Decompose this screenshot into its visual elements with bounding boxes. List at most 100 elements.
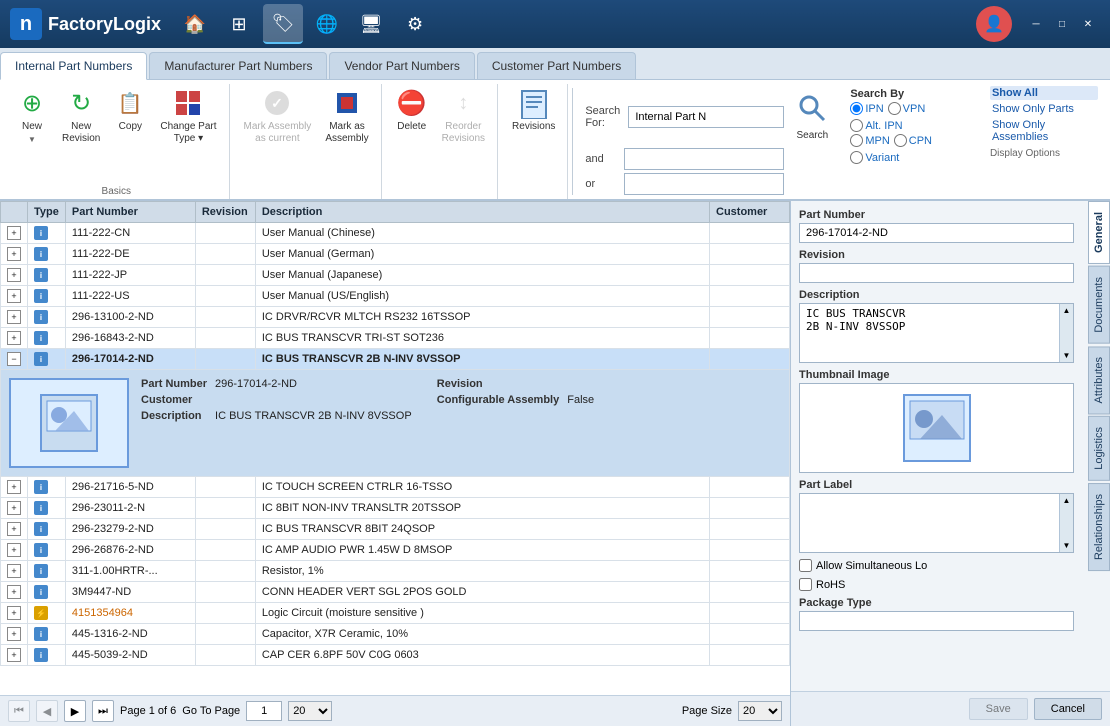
cpn-radio[interactable]: CPN [894, 134, 932, 147]
vpn-radio[interactable]: VPN [888, 102, 926, 115]
table-row[interactable]: + i 111-222-DE User Manual (German) [1, 244, 790, 265]
mark-assembly-current-button[interactable]: ✓ Mark Assemblyas current [238, 84, 318, 148]
show-only-parts-btn[interactable]: Show Only Parts [990, 102, 1098, 116]
expand-btn[interactable]: + [7, 564, 21, 578]
table-row[interactable]: + i 296-23011-2-N IC 8BIT NON-INV TRANSL… [1, 498, 790, 519]
nav-settings-btn[interactable]: ⚙ [395, 4, 435, 44]
page-size-select[interactable]: 20 50 100 [288, 701, 332, 721]
last-page-btn[interactable]: ⏭ [92, 700, 114, 722]
expand-btn[interactable]: + [7, 480, 21, 494]
tab-vendor-part-numbers[interactable]: Vendor Part Numbers [329, 52, 474, 79]
desc-scroll-down[interactable]: ▼ [1063, 351, 1071, 360]
alt-ipn-radio[interactable]: Alt. IPN [850, 119, 902, 132]
table-row[interactable]: + ⚡ 4151354964 Logic Circuit (moisture s… [1, 603, 790, 624]
expand-btn[interactable]: + [7, 627, 21, 641]
type-icon: i [34, 352, 48, 366]
expand-btn[interactable]: + [7, 331, 21, 345]
expand-btn[interactable]: + [7, 289, 21, 303]
nav-monitor-btn[interactable]: 🖥 [351, 4, 391, 44]
right-tab-documents[interactable]: Documents [1088, 266, 1110, 344]
nav-grid-btn[interactable]: ⊞ [219, 4, 259, 44]
table-row[interactable]: + i 296-21716-5-ND IC TOUCH SCREEN CTRLR… [1, 477, 790, 498]
copy-button[interactable]: 📋 Copy [108, 84, 152, 136]
revisions-button[interactable]: Revisions [506, 84, 561, 136]
right-panel-footer: Save Cancel [791, 691, 1110, 726]
nav-parts-btn[interactable]: 🏷 [263, 4, 303, 44]
table-row[interactable]: + i 296-26876-2-ND IC AMP AUDIO PWR 1.45… [1, 540, 790, 561]
expand-btn[interactable]: + [7, 585, 21, 599]
mark-as-assembly-button[interactable]: Mark asAssembly [319, 84, 374, 148]
label-scroll-down[interactable]: ▼ [1063, 541, 1071, 550]
right-tab-relationships[interactable]: Relationships [1088, 483, 1110, 571]
close-btn[interactable]: ✕ [1076, 16, 1100, 32]
search-and-input[interactable] [624, 148, 784, 170]
prev-page-btn[interactable]: ◀ [36, 700, 58, 722]
package-type-input[interactable] [799, 611, 1074, 631]
page-size-select2[interactable]: 20 50 100 [738, 701, 782, 721]
search-button[interactable]: Search [788, 88, 836, 145]
revisions-icon [518, 87, 550, 119]
expand-btn[interactable]: + [7, 310, 21, 324]
description-field-textarea[interactable]: IC BUS TRANSCVR 2B N-INV 8VSSOP [800, 304, 1073, 362]
search-area: Search For: Search and or [577, 84, 844, 199]
allow-simultaneous-checkbox-row: Allow Simultaneous Lo [799, 559, 1074, 572]
search-or-input[interactable] [624, 173, 784, 195]
go-to-page-input[interactable] [246, 701, 282, 721]
user-account-btn[interactable]: 👤 [976, 6, 1012, 42]
tab-customer-part-numbers[interactable]: Customer Part Numbers [477, 52, 636, 79]
change-part-type-button[interactable]: Change PartType ▾ [154, 84, 222, 148]
nav-globe-btn[interactable]: 🌐 [307, 4, 347, 44]
reorder-revisions-button[interactable]: ↕ ReorderRevisions [436, 84, 491, 148]
nav-home-btn[interactable]: 🏠 [175, 4, 215, 44]
delete-button[interactable]: ⛔ Delete [390, 84, 434, 136]
save-button[interactable]: Save [969, 698, 1028, 720]
table-row[interactable]: + i 111-222-US User Manual (US/English) [1, 286, 790, 307]
mpn-radio[interactable]: MPN [850, 134, 889, 147]
table-row-expanded: Part Number 296-17014-2-ND Revision Cust… [1, 370, 790, 477]
right-tab-general[interactable]: General [1088, 201, 1110, 264]
table-row[interactable]: + i 311-1.00HRTR-... Resistor, 1% [1, 561, 790, 582]
next-page-btn[interactable]: ▶ [64, 700, 86, 722]
new-revision-button[interactable]: ↻ New Revision [56, 84, 106, 148]
allow-simultaneous-checkbox[interactable] [799, 559, 812, 572]
tab-manufacturer-part-numbers[interactable]: Manufacturer Part Numbers [149, 52, 327, 79]
expand-btn[interactable]: + [7, 606, 21, 620]
variant-radio[interactable]: Variant [850, 151, 899, 164]
table-row[interactable]: + i 445-1316-2-ND Capacitor, X7R Ceramic… [1, 624, 790, 645]
ipn-radio[interactable]: IPN [850, 102, 883, 115]
new-button[interactable]: ⊕ New ▼ [10, 84, 54, 147]
table-row[interactable]: + i 111-222-CN User Manual (Chinese) [1, 223, 790, 244]
expand-btn[interactable]: + [7, 501, 21, 515]
table-row[interactable]: + i 296-16843-2-ND IC BUS TRANSCVR TRI-S… [1, 328, 790, 349]
expand-btn[interactable]: − [7, 352, 21, 366]
show-all-btn[interactable]: Show All [990, 86, 1098, 100]
table-row[interactable]: + i 445-5039-2-ND CAP CER 6.8PF 50V C0G … [1, 645, 790, 666]
thumbnail-field-label: Thumbnail Image [799, 369, 1074, 381]
table-row[interactable]: + i 296-13100-2-ND IC DRVR/RCVR MLTCH RS… [1, 307, 790, 328]
right-tab-attributes[interactable]: Attributes [1088, 346, 1110, 414]
part-number-field-input[interactable] [799, 223, 1074, 243]
expand-btn[interactable]: + [7, 522, 21, 536]
table-row[interactable]: + i 111-222-JP User Manual (Japanese) [1, 265, 790, 286]
table-row[interactable]: + i 3M9447-ND CONN HEADER VERT SGL 2POS … [1, 582, 790, 603]
search-input[interactable] [628, 106, 784, 128]
tab-internal-part-numbers[interactable]: Internal Part Numbers [0, 52, 147, 80]
first-page-btn[interactable]: ⏮ [8, 700, 30, 722]
show-only-assemblies-btn[interactable]: Show Only Assemblies [990, 118, 1098, 144]
desc-scroll-up[interactable]: ▲ [1063, 306, 1071, 315]
cancel-button[interactable]: Cancel [1034, 698, 1102, 720]
expand-btn[interactable]: + [7, 226, 21, 240]
expand-btn[interactable]: + [7, 543, 21, 557]
label-scroll-up[interactable]: ▲ [1063, 496, 1071, 505]
table-row[interactable]: + i 296-23279-2-ND IC BUS TRANSCVR 8BIT … [1, 519, 790, 540]
expand-btn[interactable]: + [7, 268, 21, 282]
rohs-checkbox[interactable] [799, 578, 812, 591]
revision-field-input[interactable] [799, 263, 1074, 283]
right-tab-logistics[interactable]: Logistics [1088, 416, 1110, 481]
expand-btn[interactable]: + [7, 648, 21, 662]
revision-cell [195, 328, 255, 349]
expand-btn[interactable]: + [7, 247, 21, 261]
minimize-btn[interactable]: ─ [1024, 16, 1048, 32]
maximize-btn[interactable]: □ [1050, 16, 1074, 32]
table-row-selected[interactable]: − i 296-17014-2-ND IC BUS TRANSCVR 2B N-… [1, 349, 790, 370]
